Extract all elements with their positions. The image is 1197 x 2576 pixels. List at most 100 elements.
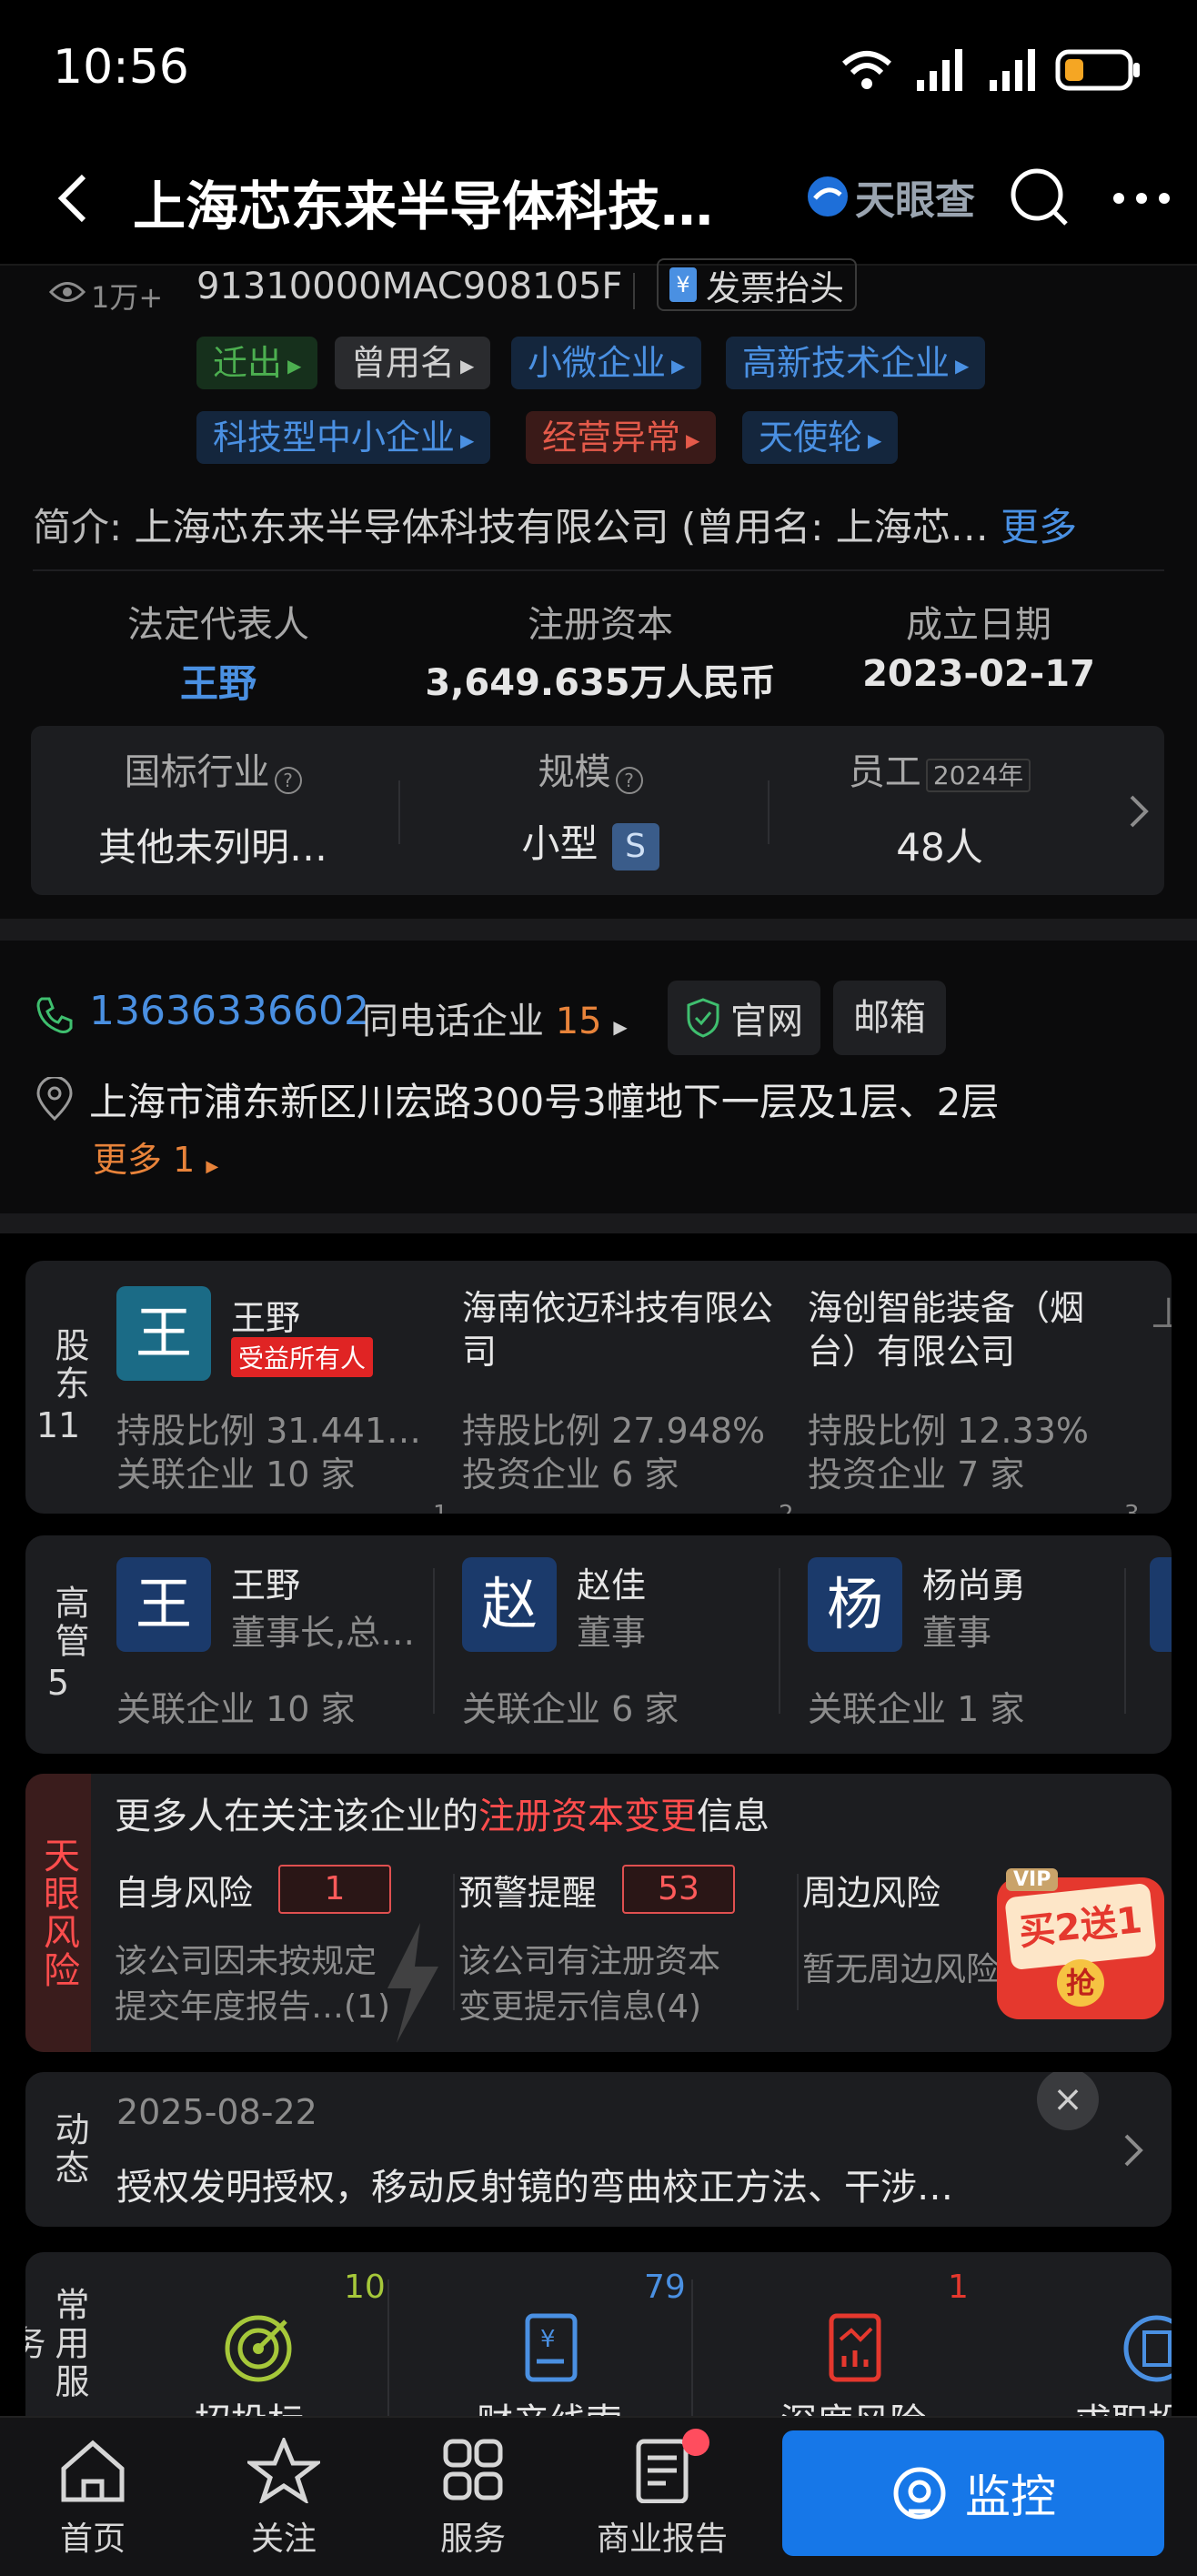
status-bar: 10:56 bbox=[0, 0, 1197, 136]
same-phone-count: 15 bbox=[555, 1001, 602, 1042]
monitor-button[interactable]: 监控 bbox=[782, 2430, 1164, 2556]
page-title: 上海芯东来半导体科技… bbox=[133, 176, 714, 237]
promo-badge[interactable]: 买2送1 VIP 抢 bbox=[988, 1841, 1170, 2023]
date-label: 成立日期 bbox=[906, 604, 1051, 646]
same-phone-link[interactable]: 同电话企业 15 ▶ bbox=[362, 991, 628, 1044]
related-companies: 关联企业 1 家 bbox=[808, 1689, 1025, 1729]
help-icon[interactable]: ? bbox=[615, 766, 643, 794]
chevron-right-icon bbox=[1124, 2134, 1143, 2167]
risk-highlight: 注册资本变更 bbox=[478, 1796, 697, 1837]
brand-logo[interactable]: 天眼查 bbox=[806, 169, 975, 224]
search-icon[interactable] bbox=[1008, 166, 1071, 229]
risk-banner[interactable]: 更多人在关注该企业的注册资本变更信息 bbox=[115, 1786, 770, 1839]
self-risk-label: 自身风险 bbox=[115, 1873, 254, 1913]
related-companies: 关联企业 6 家 bbox=[462, 1689, 679, 1729]
warning-label: 预警提醒 bbox=[458, 1873, 598, 1913]
nav-follow[interactable]: 关注 bbox=[193, 2435, 375, 2560]
contact-section: 13636336602 同电话企业 15 ▶ 官网 邮箱 上海市浦东新区川宏路3… bbox=[0, 941, 1197, 1213]
warning-alert[interactable]: 预警提醒 53 该公司有注册资本 变更提示信息(4) bbox=[458, 1865, 786, 2038]
news-label: 动态 bbox=[49, 2111, 89, 2188]
tag-former-name[interactable]: 曾用名 ▶ bbox=[335, 337, 491, 389]
website-button[interactable]: 官网 bbox=[668, 981, 820, 1055]
tag-moved-out[interactable]: 迁出 ▶ bbox=[196, 337, 318, 389]
tag-tech-sme[interactable]: 科技型中小企业 ▶ bbox=[196, 411, 491, 464]
intro[interactable]: 简介: 上海芯东来半导体科技有限公司 (曾用名: 上海芯… 更多 bbox=[33, 497, 1170, 552]
service-item-deep-risk[interactable]: 1 深度风险 bbox=[702, 2252, 1002, 2416]
shareholder-item[interactable]: 海南依迈科技有限公司 持股比例 27.948% 投资企业 6 家 2 bbox=[462, 1286, 799, 1514]
address[interactable]: 上海市浦东新区川宏路300号3幢地下一层及1层、2层 bbox=[89, 1072, 999, 1127]
nav-home[interactable]: 首页 bbox=[2, 2438, 184, 2560]
executives-label[interactable]: 高管 5 bbox=[25, 1535, 91, 1754]
shareholder-name: 海创智能装备（烟台）有限公司 bbox=[808, 1288, 1085, 1372]
brand-text: 天眼查 bbox=[855, 177, 975, 224]
grid-icon bbox=[443, 2439, 503, 2501]
view-count: 1万+ bbox=[91, 280, 164, 315]
service-item-bidding[interactable]: 10 招投标 bbox=[98, 2252, 398, 2416]
email-button[interactable]: 邮箱 bbox=[833, 981, 946, 1055]
notification-dot bbox=[682, 2429, 709, 2456]
nav-services[interactable]: 服务 bbox=[382, 2438, 564, 2560]
self-risk[interactable]: 自身风险 1 该公司因未按规定 提交年度报告…(1) bbox=[115, 1865, 438, 2043]
nav-business-report[interactable]: 商业报告 bbox=[571, 2429, 753, 2560]
service-item-job[interactable]: 求职投 bbox=[1006, 2252, 1172, 2416]
risk-label[interactable]: 天眼风险 bbox=[25, 1774, 91, 2052]
holding-ratio: 持股比例 27.948% bbox=[462, 1411, 766, 1451]
executive-item[interactable]: 王 王野 董事长,总… 关联企业 10 家 bbox=[116, 1557, 444, 1739]
service-item-property[interactable]: 79 ¥ 财产线索 bbox=[398, 2252, 699, 2416]
back-icon[interactable] bbox=[55, 171, 91, 226]
eye-icon bbox=[49, 282, 86, 302]
tag-abnormal[interactable]: 经营异常 ▶ bbox=[526, 411, 717, 464]
legal-rep[interactable]: 法定代表人 王野 bbox=[73, 595, 364, 709]
lightning-icon bbox=[387, 1923, 438, 2043]
intro-text: 上海芯东来半导体科技有限公司 (曾用名: 上海芯… bbox=[134, 505, 989, 549]
credit-code[interactable]: 91310000MAC908105F bbox=[196, 266, 622, 307]
executive-item[interactable]: 杨 杨尚勇 董事 关联企业 1 家 bbox=[808, 1557, 1135, 1739]
executive-item[interactable]: 赵 赵佳 董事 关联企业 6 家 bbox=[462, 1557, 790, 1739]
executive-name: 杨尚勇 bbox=[922, 1565, 1027, 1605]
related-companies: 投资企业 6 家 bbox=[462, 1454, 679, 1494]
shareholder-name: 王野 bbox=[231, 1298, 301, 1338]
risk-card: 天眼风险 更多人在关注该企业的注册资本变更信息 自身风险 1 该公司因未按规定提… bbox=[25, 1774, 1172, 2052]
address-more-link[interactable]: 更多 1 ▶ bbox=[93, 1132, 218, 1182]
industry-box[interactable]: 国标行业 ? 其他未列明… 规模 ? 小型 S 员工 2024年 48人 bbox=[31, 726, 1164, 895]
close-icon[interactable]: × bbox=[1037, 2072, 1099, 2130]
related-companies: 投资企业 7 家 bbox=[808, 1454, 1025, 1494]
building-icon bbox=[1123, 2315, 1172, 2382]
help-icon[interactable]: ? bbox=[274, 766, 302, 794]
executive-role: 董事 bbox=[577, 1613, 647, 1653]
legal-rep-name[interactable]: 王野 bbox=[73, 653, 364, 709]
shareholder-item[interactable]: 王 王野 受益所有人 持股比例 31.441… 关联企业 10 家 1 bbox=[116, 1286, 453, 1514]
tag-high-tech[interactable]: 高新技术企业 ▶ bbox=[726, 337, 986, 389]
chevron-right-icon[interactable] bbox=[1128, 793, 1150, 830]
self-risk-count: 1 bbox=[278, 1865, 391, 1914]
intro-more-link[interactable]: 更多 bbox=[1001, 505, 1077, 549]
news-card[interactable]: 动态 2025-08-22 授权发明授权，移动反射镜的弯曲校正方法、干涉… × bbox=[25, 2072, 1172, 2227]
status-time: 10:56 bbox=[53, 40, 189, 95]
item-index: 2 bbox=[779, 1501, 794, 1514]
more-dots-icon[interactable] bbox=[1112, 191, 1172, 206]
staff-label: 员工 bbox=[848, 751, 921, 793]
warning-desc: 该公司有注册资本 变更提示信息(4) bbox=[458, 1943, 721, 2026]
legal-rep-label: 法定代表人 bbox=[127, 604, 309, 646]
shareholder-item[interactable]: 海创智能装备（烟台）有限公司 持股比例 12.33% 投资企业 7 家 3 bbox=[808, 1286, 1144, 1514]
avatar: 王 bbox=[116, 1286, 211, 1381]
signal-icon-2 bbox=[990, 49, 1035, 91]
related-companies: 关联企业 10 家 bbox=[116, 1454, 356, 1494]
capital-value: 3,649.635万人民币 bbox=[425, 662, 776, 704]
home-icon bbox=[61, 2440, 125, 2502]
invoice-label: 发票抬头 bbox=[706, 267, 845, 308]
risk-chart-icon bbox=[829, 2313, 881, 2382]
signal-icon bbox=[917, 49, 962, 91]
shareholders-card: 股东11 王 王野 受益所有人 持股比例 31.441… 关联企业 10 家 1… bbox=[25, 1261, 1172, 1514]
date-value: 2023-02-17 bbox=[862, 653, 1095, 695]
scale-value: 小型 bbox=[521, 821, 598, 866]
invoice-button[interactable]: ¥ 发票抬头 bbox=[657, 258, 858, 311]
phone-number[interactable]: 13636336602 bbox=[89, 988, 369, 1034]
item-index: 3 bbox=[1124, 1501, 1140, 1514]
item-index: 1 bbox=[433, 1501, 448, 1514]
shareholders-label[interactable]: 股东 11 bbox=[25, 1261, 91, 1514]
executive-role: 董事长,总… bbox=[231, 1613, 416, 1653]
scale-label: 规模 bbox=[538, 751, 611, 793]
tag-small-micro[interactable]: 小微企业 ▶ bbox=[511, 337, 702, 389]
tag-angel-round[interactable]: 天使轮 ▶ bbox=[742, 411, 899, 464]
